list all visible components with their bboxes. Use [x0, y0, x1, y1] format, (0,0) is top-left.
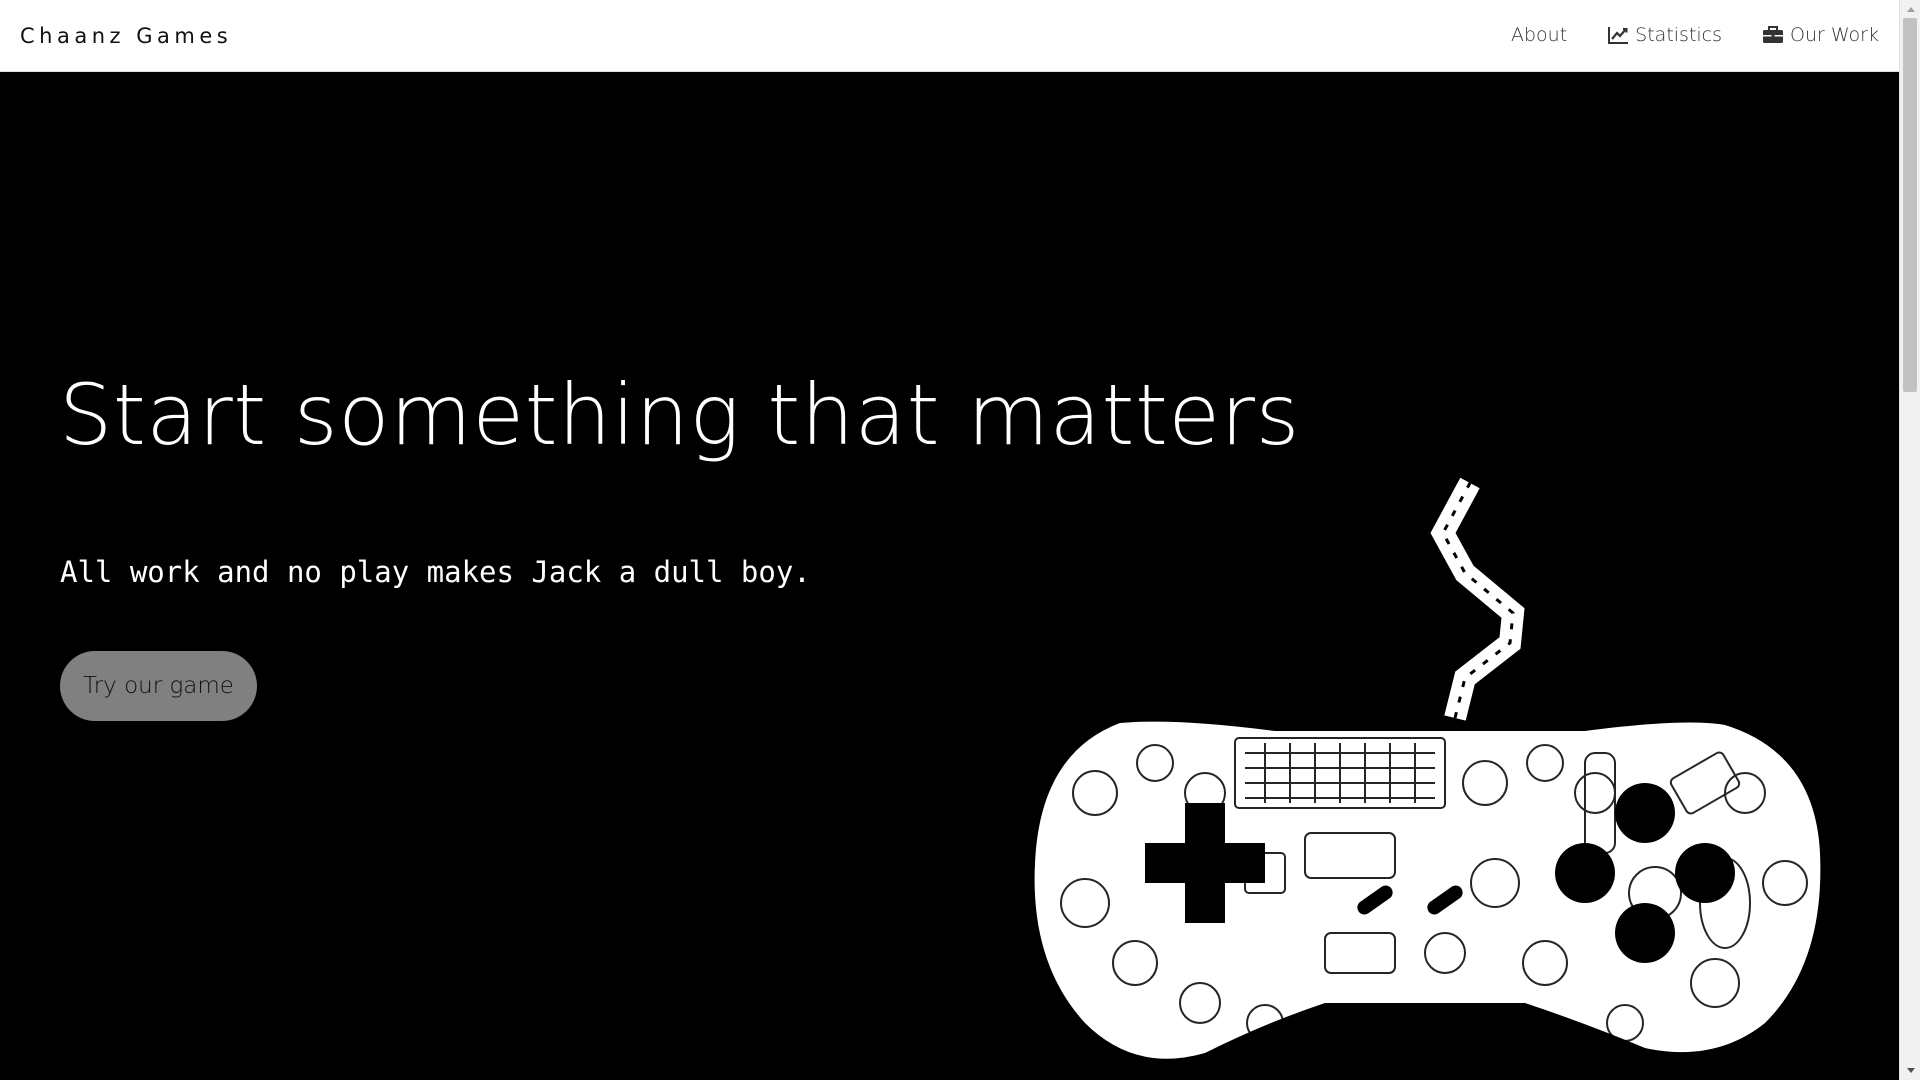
scrollbar-thumb[interactable] — [1903, 18, 1917, 392]
nav-item-label: About — [1510, 24, 1568, 46]
nav-item-label: Our Work — [1790, 24, 1879, 46]
hero-title: Start something that matters — [59, 366, 1300, 464]
line-chart-icon — [1608, 27, 1629, 44]
gamepad-collage-illustration — [1034, 477, 1821, 1059]
scroll-down-arrow-icon[interactable] — [1900, 1062, 1920, 1080]
page-scrollbar[interactable] — [1899, 0, 1920, 1080]
nav-item-about[interactable]: About — [1511, 24, 1567, 46]
nav-item-label: Statistics — [1635, 24, 1723, 46]
briefcase-icon — [1763, 26, 1784, 43]
nav-item-our-work[interactable]: Our Work — [1762, 24, 1879, 46]
hero-section: Start something that matters All work an… — [0, 73, 1899, 1080]
top-navbar: Chaanz Games About Statistics Our Work — [0, 0, 1899, 72]
brand-logo[interactable]: Chaanz Games — [20, 24, 232, 48]
try-game-button[interactable]: Try our game — [60, 651, 257, 721]
nav-item-statistics[interactable]: Statistics — [1607, 24, 1722, 46]
scroll-up-arrow-icon[interactable] — [1900, 0, 1920, 18]
nav-menu: About Statistics Our Work — [1511, 24, 1879, 46]
hero-subtitle: All work and no play makes Jack a dull b… — [60, 555, 811, 589]
